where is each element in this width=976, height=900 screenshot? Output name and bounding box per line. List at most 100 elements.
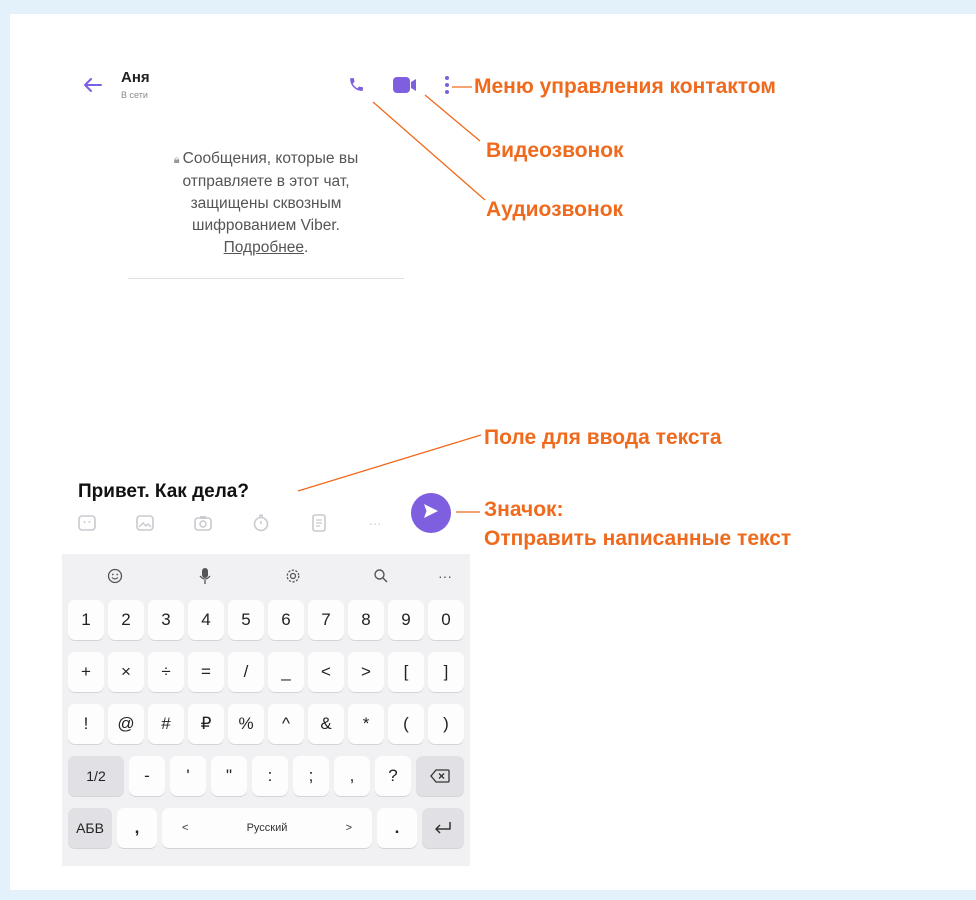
keyboard-search-button[interactable] — [368, 564, 394, 588]
timer-icon — [253, 514, 269, 532]
enter-key[interactable] — [422, 808, 464, 848]
notice-text: Сообщения, которые вы — [182, 150, 359, 167]
phone-icon — [348, 76, 365, 98]
video-camera-icon — [393, 76, 417, 98]
comma-key[interactable]: , — [117, 808, 157, 848]
emoji-button[interactable] — [102, 564, 128, 588]
gallery-icon — [136, 515, 154, 531]
sticker-icon — [78, 515, 96, 531]
more-horizontal-icon: ··· — [438, 568, 452, 584]
contact-name: Аня — [121, 69, 150, 86]
on-screen-keyboard: ··· 1234567890 + × ÷ = / _ < >[] ! @ # ₽% ^ & *() 1/2… — [62, 554, 470, 866]
video-call-button[interactable] — [390, 74, 420, 100]
key[interactable]: ^ — [268, 704, 304, 744]
annotation-audio: Аудиозвонок — [486, 198, 624, 221]
key[interactable]: [ — [388, 652, 424, 692]
camera-button[interactable] — [190, 510, 216, 536]
notice-period: . — [304, 239, 309, 256]
key[interactable]: 4 — [188, 600, 224, 640]
key[interactable]: 8 — [348, 600, 384, 640]
key[interactable]: 5 — [228, 600, 264, 640]
key[interactable]: @ — [108, 704, 144, 744]
notice-line: 🔒︎ Сообщения, которые вы — [128, 148, 404, 171]
key[interactable]: 9 — [388, 600, 424, 640]
keyboard-toolbar: ··· — [62, 554, 470, 598]
annotation-menu: Меню управления контактом — [474, 75, 776, 98]
key[interactable]: , — [334, 756, 370, 796]
timer-button[interactable] — [248, 510, 274, 536]
cursor-left: < — [182, 822, 189, 834]
key[interactable]: % — [228, 704, 264, 744]
key[interactable]: = — [188, 652, 224, 692]
send-icon — [422, 502, 440, 525]
audio-call-button[interactable] — [344, 75, 368, 99]
key[interactable]: : — [252, 756, 288, 796]
encryption-notice: 🔒︎ Сообщения, которые вы отправляете в эт… — [128, 148, 404, 279]
gallery-button[interactable] — [132, 510, 158, 536]
key[interactable]: ' — [170, 756, 206, 796]
annotation-send-1: Значок: — [484, 498, 564, 521]
contact-status: В сети — [121, 90, 148, 100]
key[interactable]: # — [148, 704, 184, 744]
key[interactable]: * — [348, 704, 384, 744]
settings-icon — [286, 569, 300, 583]
language-switch-key[interactable]: АБВ — [68, 808, 112, 848]
key[interactable]: + — [68, 652, 104, 692]
key[interactable]: 3 — [148, 600, 184, 640]
more-vertical-icon — [445, 75, 449, 99]
key[interactable]: ] — [428, 652, 464, 692]
key[interactable]: 0 — [428, 600, 464, 640]
arrow-left-icon — [84, 77, 102, 97]
annotation-video: Видеозвонок — [486, 139, 624, 162]
chat-screen: Аня В сети 🔒︎ Сообщения, которые вы отпра… — [10, 14, 976, 890]
emoji-icon — [107, 568, 123, 584]
file-button[interactable] — [306, 510, 332, 536]
message-input[interactable]: Привет. Как дела? — [78, 481, 398, 503]
key[interactable]: ÷ — [148, 652, 184, 692]
period-key[interactable]: . — [377, 808, 417, 848]
keyboard-settings-button[interactable] — [280, 564, 306, 588]
key[interactable]: 6 — [268, 600, 304, 640]
space-label: Русский — [246, 822, 288, 834]
key[interactable]: ) — [428, 704, 464, 744]
key-page-toggle[interactable]: 1/2 — [68, 756, 124, 796]
key[interactable]: 2 — [108, 600, 144, 640]
key[interactable]: 1 — [68, 600, 104, 640]
search-icon — [374, 569, 388, 583]
key[interactable]: 7 — [308, 600, 344, 640]
key[interactable]: × — [108, 652, 144, 692]
more-horizontal-icon: ··· — [368, 515, 382, 531]
learn-more-link[interactable]: Подробнее — [224, 239, 304, 256]
key[interactable]: / — [228, 652, 264, 692]
key[interactable]: - — [129, 756, 165, 796]
key[interactable]: ; — [293, 756, 329, 796]
sticker-button[interactable] — [74, 510, 100, 536]
lock-icon: 🔒︎ — [173, 154, 180, 166]
backspace-key[interactable] — [416, 756, 464, 796]
notice-line: шифрованием Viber. — [192, 217, 340, 234]
annotation-send-2: Отправить написанные текст — [484, 527, 792, 550]
send-button[interactable] — [411, 493, 451, 533]
contact-menu-button[interactable] — [440, 74, 454, 100]
back-button[interactable] — [80, 74, 106, 100]
notice-line: защищены сквозным — [190, 195, 342, 212]
more-attachments-button[interactable]: ··· — [362, 510, 388, 536]
key[interactable]: > — [348, 652, 384, 692]
key[interactable]: < — [308, 652, 344, 692]
backspace-icon — [430, 769, 450, 783]
notice-line: отправляете в этот чат, — [182, 173, 350, 190]
key[interactable]: & — [308, 704, 344, 744]
camera-icon — [194, 516, 212, 531]
voice-input-button[interactable] — [192, 564, 218, 588]
enter-icon — [435, 822, 451, 834]
keyboard-more-button[interactable]: ··· — [432, 564, 458, 588]
key[interactable]: " — [211, 756, 247, 796]
microphone-icon — [199, 568, 211, 584]
key[interactable]: ! — [68, 704, 104, 744]
key[interactable]: ( — [388, 704, 424, 744]
space-key[interactable]: < Русский > — [162, 808, 372, 848]
key[interactable]: _ — [268, 652, 304, 692]
annotation-input: Поле для ввода текста — [484, 426, 722, 449]
key[interactable]: ₽ — [188, 704, 224, 744]
key[interactable]: ? — [375, 756, 411, 796]
